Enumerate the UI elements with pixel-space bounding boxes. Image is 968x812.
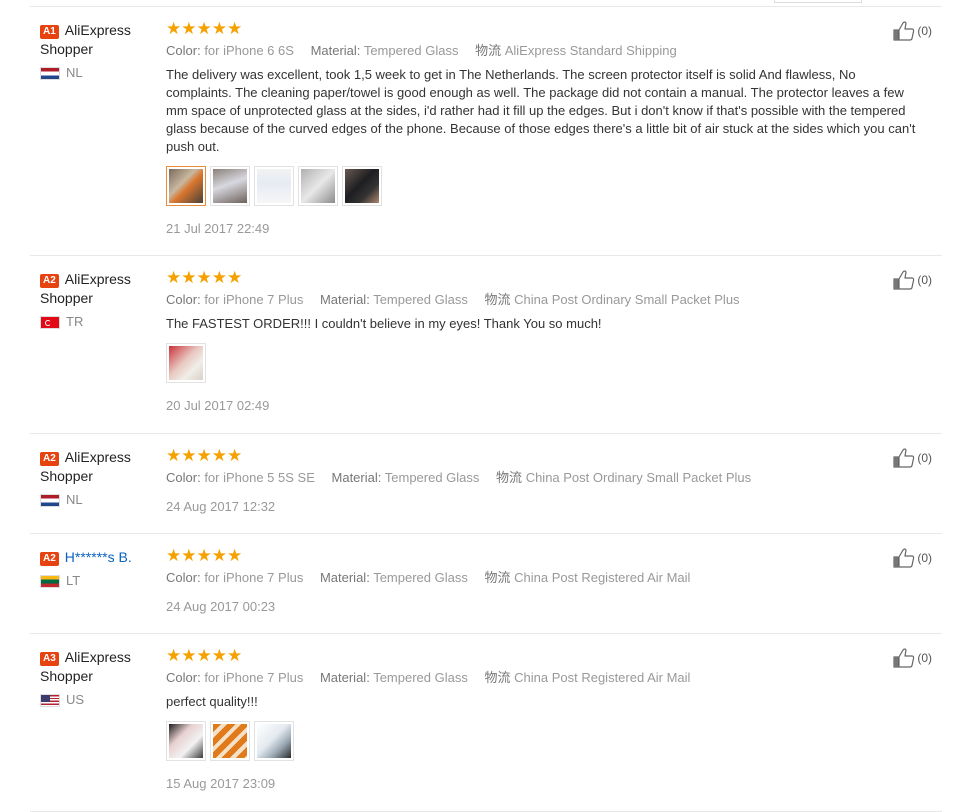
review-item: A3 AliExpress Shopper US ★★★★★ Color: for… (30, 634, 942, 812)
review-photo-thumbnail[interactable] (166, 343, 206, 383)
review-photo-thumbnail[interactable] (342, 166, 382, 206)
flag-lt-icon (40, 574, 60, 588)
buyer-level-badge: A3 (40, 652, 59, 666)
helpful-button[interactable]: (0) (893, 270, 932, 290)
review-content: ★★★★★ Color: for iPhone 7 Plus Material:… (166, 646, 916, 792)
flag-tr-icon (40, 315, 60, 329)
reviewer-info: A3 AliExpress Shopper US (40, 648, 155, 708)
review-item: A2 AliExpress Shopper TR ★★★★★ Color: for… (30, 256, 942, 434)
feedback-list: A1 AliExpress Shopper NL ★★★★★ Color: for… (30, 7, 942, 812)
review-photo-thumbnail[interactable] (298, 166, 338, 206)
review-date: 20 Jul 2017 02:49 (166, 398, 270, 413)
review-photo-thumbnail[interactable] (254, 166, 294, 206)
buyer-level-badge: A2 (40, 452, 59, 466)
thumbs-up-icon (893, 270, 915, 290)
rating-stars: ★★★★★ (166, 19, 243, 38)
helpful-button[interactable]: (0) (893, 21, 932, 41)
review-photos (166, 166, 916, 206)
flag-nl-icon (40, 66, 60, 80)
review-content: ★★★★★ Color: for iPhone 6 6S Material: T… (166, 19, 916, 237)
review-content: ★★★★★ Color: for iPhone 7 Plus Material:… (166, 268, 916, 414)
reviewer-info: A2 AliExpress Shopper NL (40, 448, 155, 508)
buyer-level-badge: A2 (40, 274, 59, 288)
review-photo-thumbnail[interactable] (254, 721, 294, 761)
reviewer-info: A1 AliExpress Shopper NL (40, 21, 155, 81)
helpful-count: (0) (917, 273, 932, 287)
order-attributes: Color: for iPhone 7 Plus Material: Tempe… (166, 292, 740, 307)
review-item: A1 AliExpress Shopper NL ★★★★★ Color: for… (30, 7, 942, 256)
thumbs-up-icon (893, 648, 915, 668)
buyer-level-badge: A1 (40, 25, 59, 39)
helpful-count: (0) (917, 451, 932, 465)
rating-stars: ★★★★★ (166, 268, 243, 287)
rating-stars: ★★★★★ (166, 646, 243, 665)
buyer-level-badge: A2 (40, 552, 59, 566)
review-date: 24 Aug 2017 00:23 (166, 599, 276, 614)
order-attributes: Color: for iPhone 7 Plus Material: Tempe… (166, 570, 691, 585)
order-attributes: Color: for iPhone 6 6S Material: Tempere… (166, 43, 677, 58)
review-content: ★★★★★ Color: for iPhone 7 Plus Material:… (166, 546, 916, 615)
flag-nl-icon (40, 493, 60, 507)
reviewer-name: A3 AliExpress Shopper (40, 649, 131, 684)
rating-stars: ★★★★★ (166, 446, 243, 465)
flag-us-icon (40, 693, 60, 707)
helpful-button[interactable]: (0) (893, 648, 932, 668)
helpful-count: (0) (917, 551, 932, 565)
review-photos (166, 721, 916, 761)
review-date: 15 Aug 2017 23:09 (166, 776, 276, 791)
sort-dropdown-edge[interactable] (774, 0, 862, 3)
reviewer-country: TR (40, 314, 155, 330)
review-photo-thumbnail[interactable] (210, 721, 250, 761)
reviewer-info: A2 AliExpress Shopper TR (40, 270, 155, 330)
review-photo-thumbnail[interactable] (166, 721, 206, 761)
helpful-count: (0) (917, 24, 932, 38)
review-content: ★★★★★ Color: for iPhone 5 5S SE Material… (166, 446, 916, 515)
reviewer-name[interactable]: A2 H******s B. (40, 548, 155, 567)
review-item: A2 AliExpress Shopper NL ★★★★★ Color: for… (30, 434, 942, 534)
reviewer-name: A1 AliExpress Shopper (40, 22, 131, 57)
thumbs-up-icon (893, 548, 915, 568)
review-item: A2 H******s B. LT ★★★★★ Color: for iPhone… (30, 534, 942, 634)
reviewer-country: NL (40, 65, 155, 81)
rating-stars: ★★★★★ (166, 546, 243, 565)
review-text: perfect quality!!! (166, 694, 258, 709)
reviewer-name: A2 AliExpress Shopper (40, 271, 131, 306)
review-date: 21 Jul 2017 22:49 (166, 221, 270, 236)
reviewer-name: A2 AliExpress Shopper (40, 449, 131, 484)
review-text: The FASTEST ORDER!!! I couldn't believe … (166, 316, 602, 331)
order-attributes: Color: for iPhone 7 Plus Material: Tempe… (166, 670, 691, 685)
review-photo-thumbnail[interactable] (166, 166, 206, 206)
review-text: The delivery was excellent, took 1,5 wee… (166, 67, 916, 154)
thumbs-up-icon (893, 448, 915, 468)
helpful-count: (0) (917, 651, 932, 665)
review-photos (166, 343, 916, 383)
reviewer-country: US (40, 692, 155, 708)
reviewer-country: NL (40, 492, 155, 508)
review-photo-thumbnail[interactable] (210, 166, 250, 206)
review-date: 24 Aug 2017 12:32 (166, 499, 276, 514)
helpful-button[interactable]: (0) (893, 548, 932, 568)
reviewer-info: A2 H******s B. LT (40, 548, 155, 589)
helpful-button[interactable]: (0) (893, 448, 932, 468)
thumbs-up-icon (893, 21, 915, 41)
reviewer-country: LT (40, 573, 155, 589)
order-attributes: Color: for iPhone 5 5S SE Material: Temp… (166, 470, 752, 485)
